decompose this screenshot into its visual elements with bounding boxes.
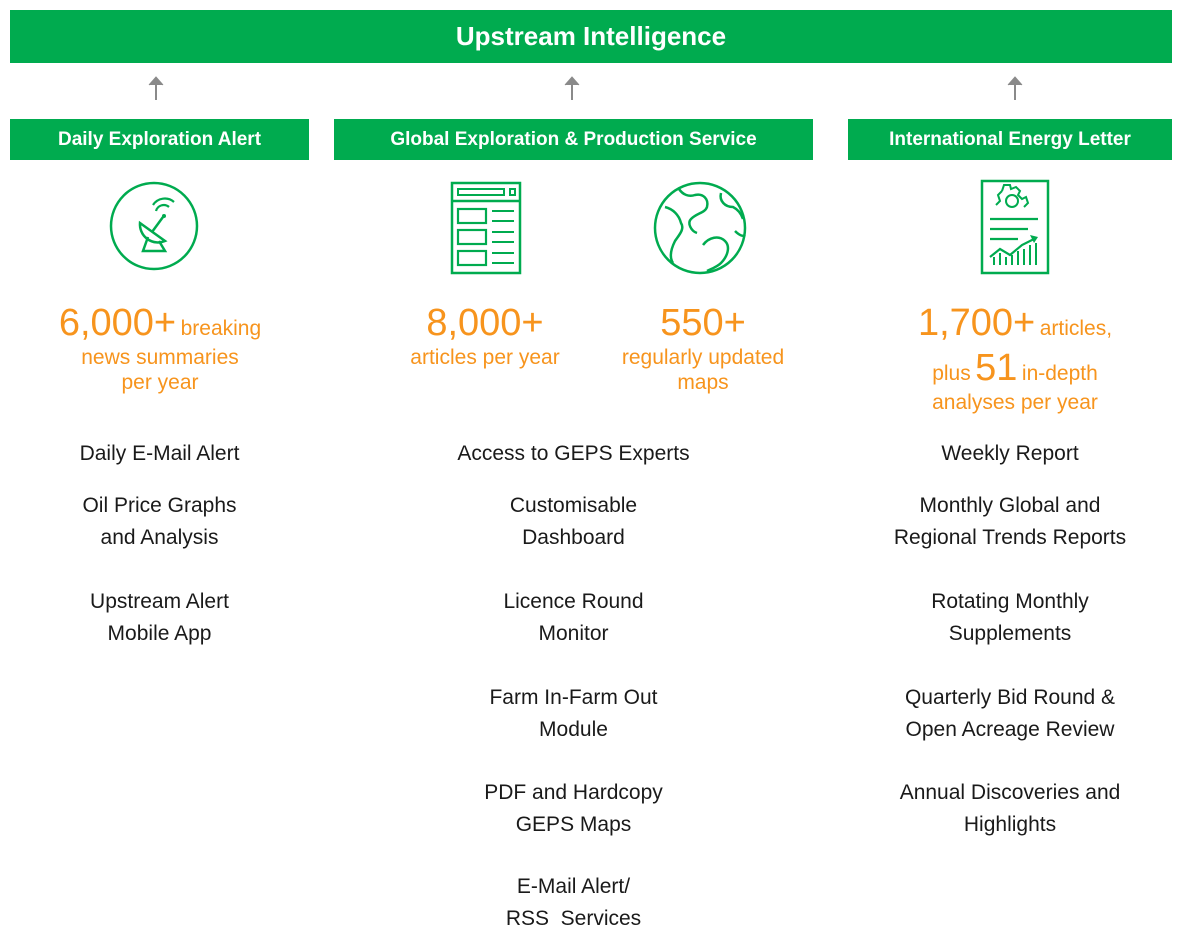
- feature-daily-email-alert: Daily E-Mail Alert: [10, 438, 309, 470]
- stat-label: articles,: [1039, 317, 1113, 340]
- feature-text: Highlights: [963, 813, 1057, 836]
- feature-text: Mobile App: [107, 622, 212, 645]
- feature-text: Daily E-Mail Alert: [79, 442, 240, 465]
- stat-label: articles per year: [410, 345, 560, 369]
- stat-number: 6,000+: [58, 302, 177, 344]
- feature-farm-in-out: Farm In-Farm Out Module: [334, 682, 813, 746]
- feature-upstream-alert-app: Upstream Alert Mobile App: [10, 586, 309, 650]
- feature-text: PDF and Hardcopy: [484, 781, 663, 804]
- header-label: Global Exploration & Production Service: [390, 128, 757, 150]
- feature-weekly-report: Weekly Report: [848, 438, 1172, 470]
- feature-text: Dashboard: [522, 526, 625, 549]
- globe-icon: [653, 181, 747, 275]
- feature-text: Open Acreage Review: [905, 718, 1115, 741]
- feature-text: Monthly Global and: [919, 494, 1101, 517]
- feature-email-rss: E-Mail Alert/ RSS Services: [334, 871, 813, 935]
- stat-number: 550+: [660, 302, 746, 344]
- feature-text: Upstream Alert: [90, 590, 229, 613]
- feature-text: Rotating Monthly: [931, 590, 1089, 613]
- stat-label: in-depth: [1021, 361, 1098, 385]
- feature-text: Module: [539, 718, 608, 741]
- feature-text: Annual Discoveries and: [899, 781, 1121, 804]
- feature-access-experts: Access to GEPS Experts: [334, 438, 813, 470]
- up-arrow-icon: [148, 76, 164, 100]
- feature-text: E-Mail Alert/: [516, 875, 631, 898]
- header-label: International Energy Letter: [889, 128, 1131, 150]
- header-geps: Global Exploration & Production Service: [334, 119, 813, 160]
- stat-label: plus: [932, 361, 971, 385]
- feature-bid-round: Quarterly Bid Round & Open Acreage Revie…: [848, 682, 1172, 746]
- up-arrow-icon: [564, 76, 580, 100]
- document-layout-icon: [450, 181, 522, 275]
- stat-iel-articles: 1,700+ articles, plus 51 in-depth analys…: [870, 301, 1160, 415]
- feature-licence-round: Licence Round Monitor: [334, 586, 813, 650]
- stat-label: maps: [677, 370, 729, 394]
- feature-oil-price-graphs: Oil Price Graphs and Analysis: [10, 490, 309, 554]
- feature-monthly-supplements: Rotating Monthly Supplements: [848, 586, 1172, 650]
- stat-number: 1,700+: [917, 302, 1036, 344]
- stat-label: breaking: [180, 317, 262, 340]
- feature-annual-discoveries: Annual Discoveries and Highlights: [848, 777, 1172, 841]
- up-arrow-icon: [1007, 76, 1023, 100]
- stat-label: regularly updated: [621, 345, 785, 369]
- feature-text: Regional Trends Reports: [893, 526, 1127, 549]
- feature-text: RSS Services: [505, 907, 642, 930]
- feature-dashboard: Customisable Dashboard: [334, 490, 813, 554]
- feature-text: Customisable: [509, 494, 638, 517]
- feature-text: Supplements: [948, 622, 1072, 645]
- feature-text: Farm In-Farm Out: [489, 686, 658, 709]
- feature-text: GEPS Maps: [515, 813, 632, 836]
- feature-text: and Analysis: [100, 526, 219, 549]
- feature-text: Monitor: [538, 622, 609, 645]
- report-chart-icon: [980, 179, 1050, 275]
- feature-text: Licence Round: [503, 590, 644, 613]
- stat-label: per year: [121, 370, 199, 394]
- stat-label: analyses per year: [932, 390, 1098, 414]
- stat-breaking-news: 6,000+ breaking news summaries per year: [20, 301, 300, 395]
- stat-articles-per-year: 8,000+ articles per year: [380, 301, 590, 371]
- upstream-intelligence-banner: Upstream Intelligence: [10, 10, 1172, 63]
- feature-text: Weekly Report: [941, 442, 1079, 465]
- satellite-dish-icon: [109, 181, 199, 271]
- stat-label: news summaries: [81, 345, 239, 369]
- feature-text: Oil Price Graphs: [82, 494, 237, 517]
- stat-number: 8,000+: [426, 302, 544, 344]
- feature-geps-maps: PDF and Hardcopy GEPS Maps: [334, 777, 813, 841]
- banner-title: Upstream Intelligence: [455, 21, 727, 51]
- feature-text: Access to GEPS Experts: [457, 442, 690, 465]
- stat-number: 51: [975, 346, 1018, 389]
- stat-maps: 550+ regularly updated maps: [598, 301, 808, 395]
- feature-text: Quarterly Bid Round &: [904, 686, 1116, 709]
- header-label: Daily Exploration Alert: [57, 128, 262, 150]
- feature-monthly-trends: Monthly Global and Regional Trends Repor…: [848, 490, 1172, 554]
- header-international-energy-letter: International Energy Letter: [848, 119, 1172, 160]
- header-daily-exploration-alert: Daily Exploration Alert: [10, 119, 309, 160]
